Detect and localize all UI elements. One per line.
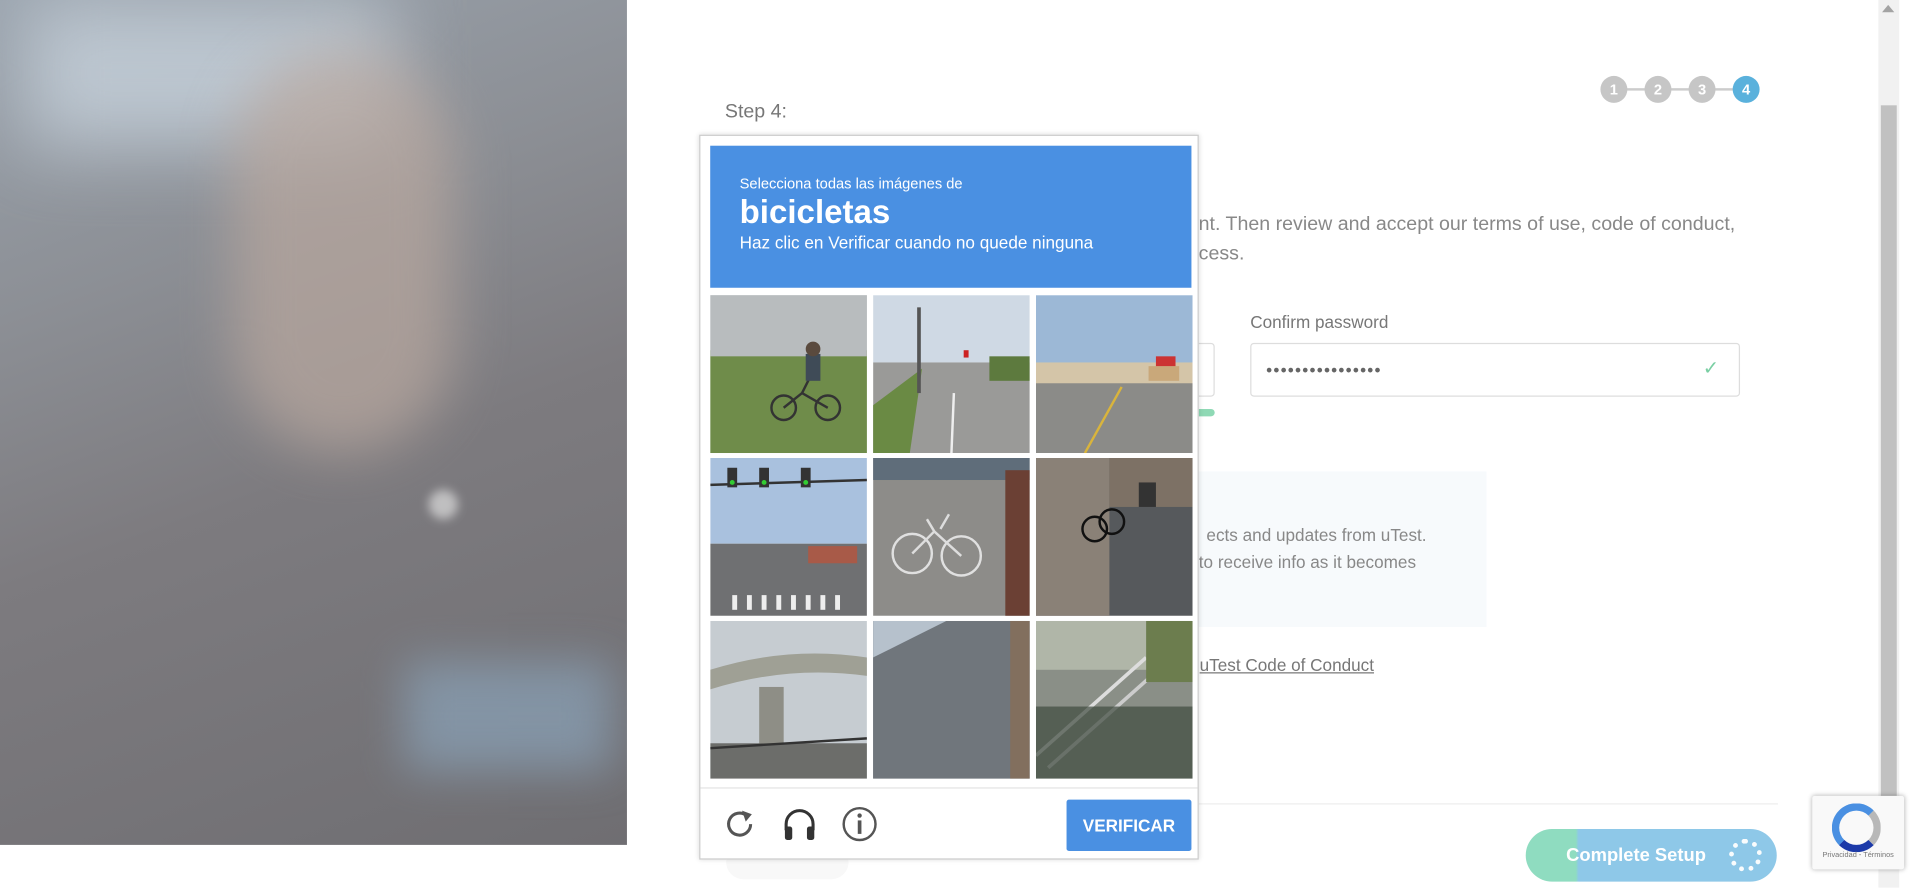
captcha-tile-7[interactable] — [710, 620, 867, 779]
step-1[interactable]: 1 — [1600, 75, 1628, 103]
loading-spinner-icon — [1728, 838, 1763, 872]
captcha-tile-8[interactable] — [873, 620, 1030, 779]
captcha-tile-9[interactable] — [1035, 620, 1193, 779]
scrollbar-thumb[interactable] — [1880, 105, 1897, 841]
headphones-icon[interactable] — [779, 803, 821, 845]
captcha-tile-5[interactable] — [873, 457, 1030, 616]
bicycle-near-building-image — [1035, 457, 1193, 616]
confirm-password-value: •••••••••••••••• — [1266, 360, 1382, 380]
captcha-target: bicicletas — [739, 193, 891, 231]
recaptcha-logo-icon — [1831, 803, 1881, 853]
hero-accent — [404, 661, 613, 772]
step-indicator: 1 2 3 4 — [1600, 75, 1760, 103]
info-icon[interactable] — [839, 803, 881, 845]
confirm-password-field[interactable]: •••••••••••••••• ✓ — [1250, 342, 1741, 397]
code-of-conduct-link[interactable]: uTest Code of Conduct — [1200, 655, 1374, 675]
highway-overpass-image — [710, 620, 867, 779]
captcha-image-grid — [710, 295, 1193, 779]
complete-setup-button[interactable]: Complete Setup — [1525, 828, 1777, 882]
step-2[interactable]: 2 — [1644, 75, 1672, 103]
reload-icon[interactable] — [719, 803, 761, 845]
shingled-roof-image — [873, 620, 1030, 779]
check-icon: ✓ — [1702, 358, 1720, 380]
hero-subtitle-blurred — [49, 421, 563, 448]
road-traffic-light-image — [873, 295, 1030, 454]
verify-button[interactable]: VERIFICAR — [1066, 799, 1192, 852]
captcha-tile-3[interactable] — [1035, 295, 1193, 454]
captcha-hint: Haz clic en Verificar cuando no quede ni… — [739, 232, 1094, 253]
step-4[interactable]: 4 — [1732, 75, 1760, 103]
captcha-challenge: Selecciona todas las imágenes de bicicle… — [699, 134, 1199, 860]
captcha-tile-6[interactable] — [1035, 457, 1193, 616]
code-of-conduct-agreement: e uTest Code of Conduct — [1185, 655, 1374, 675]
step-3[interactable]: 3 — [1688, 75, 1716, 103]
captcha-tile-4[interactable] — [710, 457, 867, 616]
hero-title-blurred — [49, 230, 539, 281]
hero-play-icon — [428, 489, 458, 520]
captcha-tile-2[interactable] — [873, 295, 1030, 454]
page: 1 2 3 4 Step 4: unt. Then review and acc… — [0, 0, 1920, 888]
recaptcha-badge[interactable]: Privacidad - Términos — [1812, 795, 1905, 870]
captcha-footer: VERIFICAR — [700, 787, 1198, 858]
intersection-traffic-lights-image — [710, 457, 867, 616]
hero-link-blurred — [49, 500, 54, 520]
captcha-tile-1[interactable] — [710, 295, 867, 454]
bicycle-rider-icon — [710, 295, 867, 422]
exterior-staircase-image — [1035, 620, 1193, 779]
complete-setup-label: Complete Setup — [1566, 844, 1706, 866]
step-connector — [1612, 88, 1748, 91]
scroll-up-arrow-icon[interactable] — [1882, 4, 1895, 13]
captcha-instruction: Selecciona todas las imágenes de — [739, 175, 963, 193]
recaptcha-terms[interactable]: Privacidad - Términos — [1812, 852, 1904, 859]
parked-bicycle-image — [873, 457, 1030, 616]
confirm-password-label: Confirm password — [1250, 312, 1389, 332]
captcha-header: Selecciona todas las imágenes de bicicle… — [710, 145, 1192, 288]
wide-street-image — [1035, 295, 1193, 454]
optin-line-2: to receive info as it becomes — [1198, 552, 1417, 572]
hero-panel — [0, 0, 627, 845]
step-label: Step 4: — [724, 101, 787, 123]
